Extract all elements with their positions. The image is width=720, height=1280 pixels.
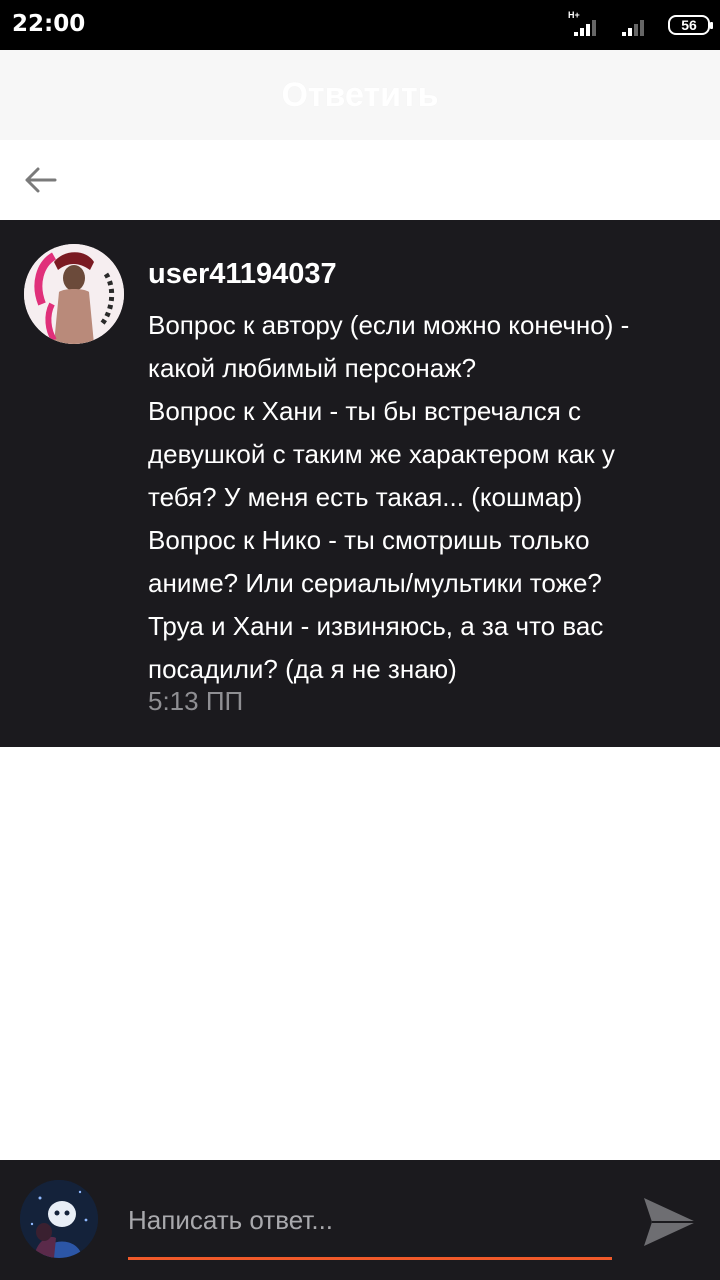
message-line: Вопрос к Нико - ты смотришь только	[148, 525, 590, 555]
message-line: Вопрос к автору (если можно конечно) -	[148, 310, 630, 340]
message-line: Вопрос к Хани - ты бы встречался с	[148, 396, 581, 426]
reply-input[interactable]	[128, 1198, 612, 1242]
input-underline	[128, 1257, 612, 1260]
status-time: 22:00	[12, 11, 86, 37]
send-button[interactable]	[638, 1190, 702, 1254]
message-line: тебя? У меня есть такая... (кошмар)	[148, 482, 583, 512]
avatar-image	[20, 1180, 98, 1258]
message-line: посадили? (да я не знаю)	[148, 654, 457, 684]
page-header: Ответить	[0, 50, 720, 140]
signal-icon: H+	[568, 10, 606, 38]
message-text: Вопрос к автору (если можно конечно) - к…	[148, 304, 703, 691]
status-icons: H+ 56	[568, 10, 713, 38]
battery-level: 56	[681, 17, 697, 33]
avatar[interactable]	[24, 244, 124, 344]
battery-icon: 56	[668, 15, 713, 35]
nav-bar	[0, 140, 720, 220]
avatar-image	[24, 244, 124, 344]
signal-2-icon	[618, 12, 656, 38]
back-button[interactable]	[18, 160, 62, 200]
send-icon	[644, 1198, 696, 1246]
message-line: какой любимый персонаж?	[148, 353, 477, 383]
message-card: user41194037 Вопрос к автору (если можно…	[0, 220, 720, 747]
network-type: H+	[568, 10, 580, 20]
message-timestamp: 5:13 ПП	[148, 686, 244, 716]
page-title: Ответить	[281, 75, 439, 114]
message-line: девушкой с таким же характером как у	[148, 439, 615, 469]
message-line: Труа и Хани - извиняюсь, а за что вас	[148, 611, 604, 641]
reply-composer	[0, 1160, 720, 1280]
arrow-left-icon	[25, 167, 57, 193]
message-username[interactable]: user41194037	[148, 258, 337, 291]
status-bar: 22:00 H+ 56	[0, 0, 720, 50]
message-line: аниме? Или сериалы/мультики тоже?	[148, 568, 602, 598]
current-user-avatar	[20, 1180, 98, 1258]
